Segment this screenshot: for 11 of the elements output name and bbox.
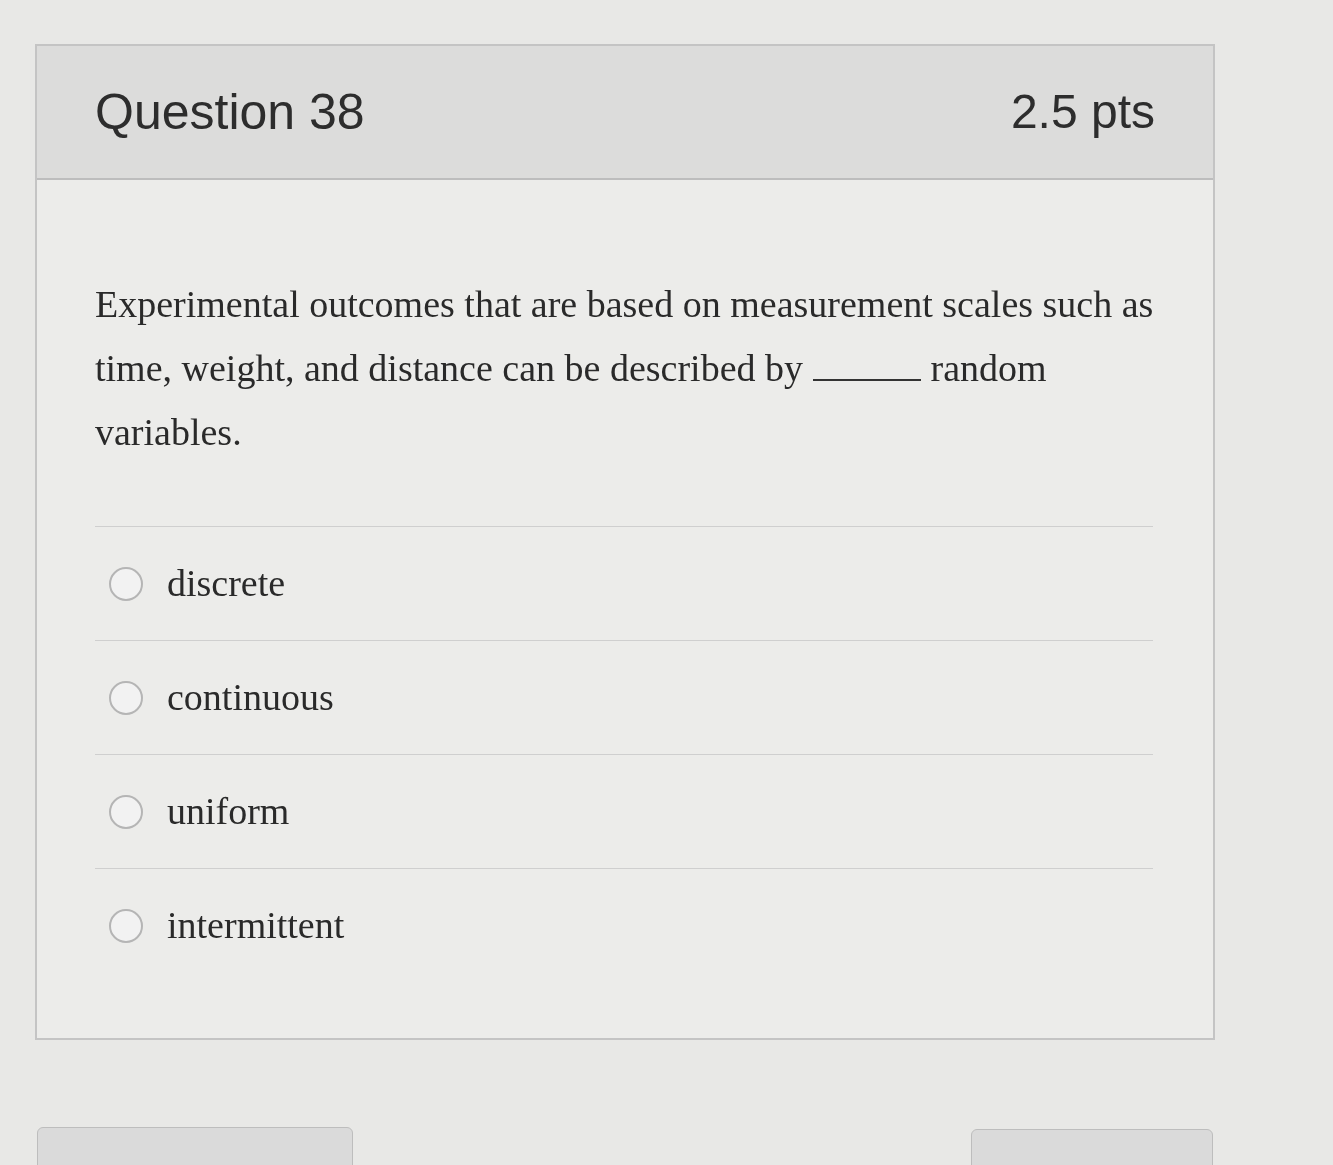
question-text: Experimental outcomes that are based on measurement scales such as time, weight, and distance can be described by random variables. — [95, 282, 1155, 455]
option-label: uniform — [167, 789, 290, 834]
question-title: Question 38 — [95, 82, 365, 142]
radio-button[interactable] — [109, 566, 143, 601]
radio-button[interactable] — [109, 680, 143, 715]
radio-button[interactable] — [109, 794, 143, 829]
question-points: 2.5 pts — [1010, 84, 1155, 140]
option-label: discrete — [167, 561, 286, 606]
radio-button[interactable] — [109, 908, 143, 943]
option-label: continuous — [167, 675, 334, 720]
option-label: intermittent — [167, 903, 345, 948]
